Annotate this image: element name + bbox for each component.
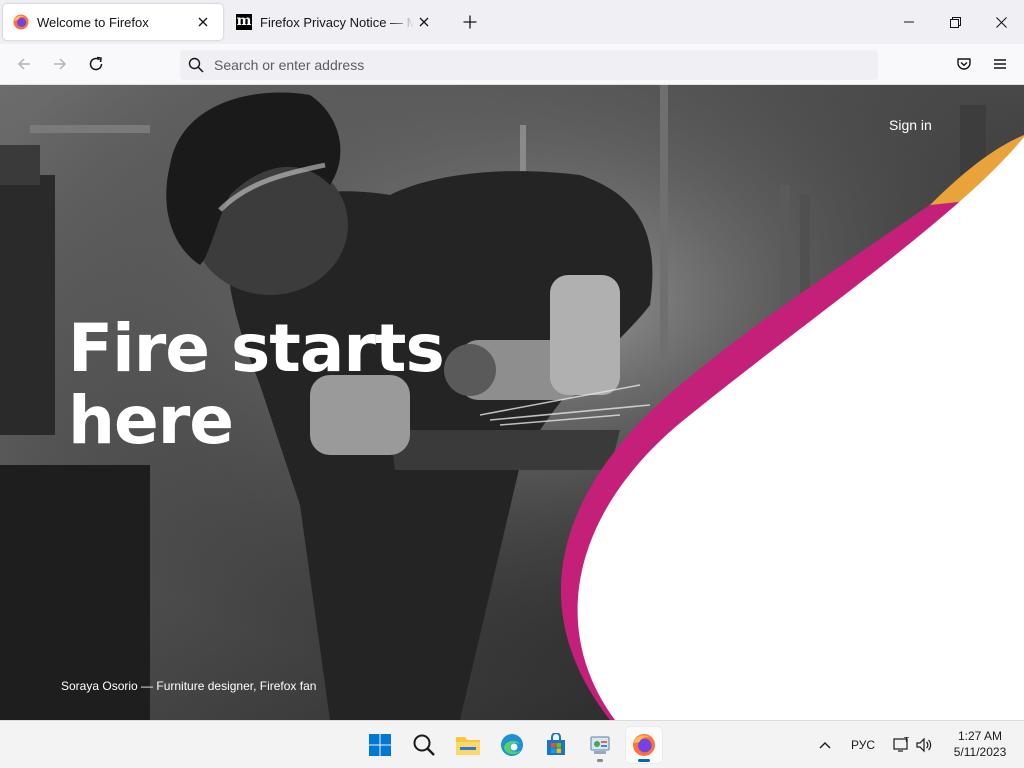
sign-in-link[interactable]: Sign in bbox=[889, 117, 932, 133]
pocket-button[interactable] bbox=[950, 50, 978, 78]
firefox-icon bbox=[633, 734, 655, 756]
tab-strip: Welcome to Firefox m Firefox Privacy Not… bbox=[0, 0, 1024, 44]
minimize-icon bbox=[904, 21, 914, 23]
search-icon bbox=[413, 734, 435, 756]
control-panel-button[interactable] bbox=[582, 727, 618, 763]
menu-icon bbox=[994, 59, 1006, 69]
new-tab-button[interactable] bbox=[458, 10, 482, 34]
minimize-button[interactable] bbox=[886, 0, 932, 44]
taskbar: РУС 1:27 AM 5/11/2023 bbox=[0, 720, 1024, 768]
app-menu-button[interactable] bbox=[986, 50, 1014, 78]
pocket-icon bbox=[957, 58, 971, 70]
running-indicator bbox=[597, 759, 603, 762]
search-icon bbox=[188, 57, 204, 73]
tab-title: Welcome to Firefox bbox=[37, 14, 149, 30]
restore-button[interactable] bbox=[932, 0, 978, 44]
reload-button[interactable] bbox=[82, 50, 110, 78]
clock-time: 1:27 AM bbox=[957, 729, 1003, 743]
tab-title: Firefox Privacy Notice — Mozilla bbox=[260, 14, 414, 30]
tab-close-icon[interactable] bbox=[193, 12, 213, 32]
firefox-icon bbox=[13, 14, 29, 30]
file-explorer-icon bbox=[456, 737, 480, 755]
plus-icon bbox=[463, 15, 477, 29]
chevron-up-icon bbox=[819, 742, 831, 749]
language-indicator[interactable]: РУС bbox=[846, 721, 880, 768]
running-indicator bbox=[638, 759, 650, 762]
edge-button[interactable] bbox=[494, 727, 530, 763]
microsoft-store-icon bbox=[547, 733, 565, 755]
headline-line-1: Fire starts bbox=[68, 310, 445, 387]
back-button[interactable] bbox=[10, 50, 38, 78]
photo-caption: Soraya Osorio — Furniture designer, Fire… bbox=[61, 679, 317, 693]
page-content: Sign in Fire starts here Soraya Osorio —… bbox=[0, 85, 1024, 720]
clock-date: 5/11/2023 bbox=[953, 745, 1007, 759]
windows-start-icon bbox=[369, 734, 391, 756]
show-hidden-icons-button[interactable] bbox=[812, 721, 838, 768]
back-icon bbox=[17, 58, 30, 70]
mozilla-m-icon: m bbox=[236, 13, 252, 30]
tab-privacy-notice[interactable]: m Firefox Privacy Notice — Mozilla bbox=[226, 4, 444, 40]
address-bar[interactable] bbox=[180, 50, 878, 80]
edge-icon bbox=[501, 734, 523, 756]
restore-icon bbox=[949, 16, 961, 28]
volume-icon bbox=[916, 737, 932, 753]
forward-button[interactable] bbox=[46, 50, 74, 78]
navigation-toolbar bbox=[0, 44, 1024, 85]
page-headline: Fire starts here bbox=[68, 313, 488, 457]
microsoft-store-button[interactable] bbox=[538, 727, 574, 763]
reload-icon bbox=[89, 56, 103, 71]
tab-welcome[interactable]: Welcome to Firefox bbox=[3, 4, 223, 40]
firefox-taskbar-button[interactable] bbox=[626, 727, 662, 763]
file-explorer-button[interactable] bbox=[450, 727, 486, 763]
start-button[interactable] bbox=[362, 727, 398, 763]
address-input[interactable] bbox=[214, 57, 814, 73]
close-icon bbox=[995, 16, 1007, 28]
taskbar-search-button[interactable] bbox=[406, 727, 442, 763]
tab-close-icon[interactable] bbox=[414, 12, 434, 32]
close-window-button[interactable] bbox=[978, 0, 1024, 44]
taskbar-clock[interactable]: 1:27 AM 5/11/2023 bbox=[944, 728, 1016, 760]
forward-icon bbox=[54, 58, 67, 70]
control-panel-icon bbox=[590, 736, 610, 754]
headline-line-2: here bbox=[68, 382, 234, 459]
network-icon bbox=[893, 737, 909, 752]
network-volume-button[interactable] bbox=[888, 721, 938, 768]
